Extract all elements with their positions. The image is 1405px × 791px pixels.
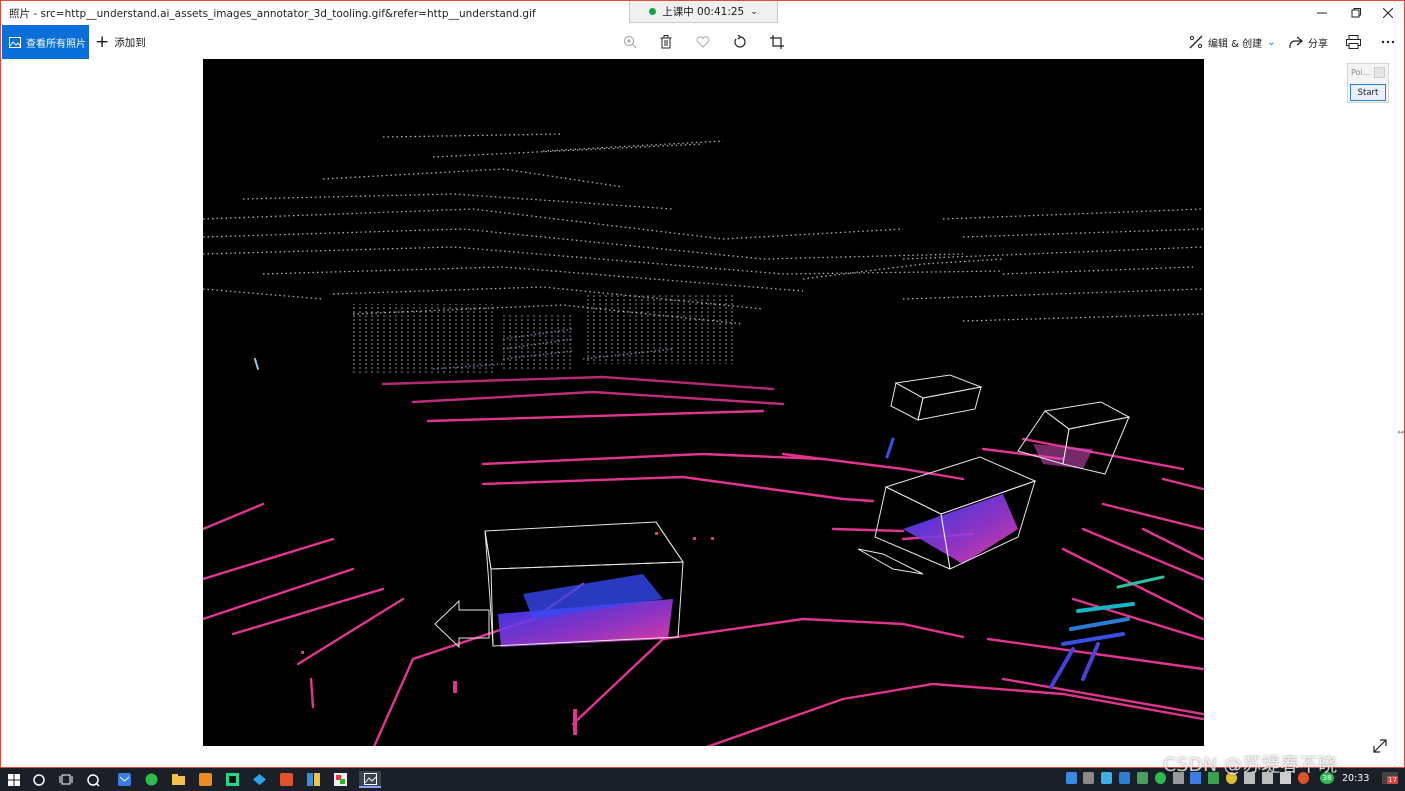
pedestrian-points [254,358,1165,689]
recording-label: 上课中 00:41:25 [662,6,745,18]
start-button[interactable]: Start [1350,84,1386,101]
mail-app-icon[interactable] [116,771,133,788]
windows-start-icon[interactable] [5,771,22,788]
photos-app-window: 照片 - src=http__understand.ai_assets_imag… [0,0,1405,768]
paint-icon[interactable] [332,771,349,788]
car-annotation-far-2 [1017,401,1131,475]
cortana-icon[interactable] [30,771,47,788]
tray-cloud-icon[interactable] [1101,772,1112,784]
expand-icon[interactable] [1372,738,1388,754]
mini-close-icon[interactable] [1374,67,1385,78]
tray-mail-icon[interactable] [1119,772,1130,784]
share-icon [1289,36,1303,48]
recording-dot-icon [649,8,657,15]
add-to-label: 添加到 [114,36,146,49]
add-to-button[interactable]: + 添加到 [95,25,146,59]
photos-app-icon[interactable] [359,771,381,788]
folder-icon[interactable] [170,771,187,788]
tray-security-icon[interactable] [1137,772,1148,784]
close-icon[interactable] [1371,1,1405,25]
trash-icon[interactable] [656,32,676,52]
edit-create-button[interactable]: 编辑 & 创建 ⌄ [1189,25,1276,59]
window-title: 照片 - src=http__understand.ai_assets_imag… [9,8,536,20]
resize-cursor-icon: ⇿ [1397,428,1405,438]
tray-people-icon[interactable] [1083,772,1094,784]
wechat-icon[interactable] [143,771,160,788]
vscode-icon[interactable] [251,771,268,788]
watermark: CSDN @苏堤春不晓 [1163,754,1338,776]
view-all-photos-button[interactable]: 查看所有照片 [2,25,89,59]
photos-icon [9,36,21,48]
crop-icon[interactable] [767,32,787,52]
chevron-down-icon: ⌄ [750,6,758,17]
app-icon[interactable] [305,771,322,788]
ground-rings [203,375,1204,746]
mini-window-title: Poi... [1351,68,1371,77]
maximize-icon[interactable] [1339,1,1373,25]
heart-icon[interactable] [693,32,713,52]
share-label: 分享 [1308,38,1328,50]
car-annotation-center [857,456,1037,575]
photo-viewport[interactable] [203,59,1204,746]
plus-icon: + [95,31,110,52]
toolbar: 查看所有照片 + 添加到 编辑 & 创建 ⌄ 分享 [1,25,1404,59]
view-all-label: 查看所有照片 [26,38,86,50]
task-view-icon[interactable] [57,771,74,788]
print-icon[interactable] [1343,32,1363,52]
lidar-point-cloud-image [203,133,1204,746]
share-button[interactable]: 分享 [1288,25,1328,59]
pycharm-icon[interactable] [224,771,241,788]
edit-icon [1189,35,1203,49]
point-tool-window: Poi... Start [1347,63,1389,103]
car-annotation-far-1 [890,374,983,421]
car-annotation-front [434,521,684,649]
tray-app-icon[interactable] [1066,772,1077,784]
search-icon[interactable] [84,771,101,788]
more-icon[interactable] [1378,32,1398,52]
notification-center-icon[interactable]: 17 [1382,772,1398,784]
recording-indicator[interactable]: 上课中 00:41:25 ⌄ [629,1,778,23]
powerpoint-icon[interactable] [278,771,295,788]
taskbar-clock[interactable]: 20:33 [1342,773,1369,784]
zoom-in-icon[interactable] [620,32,640,52]
rotate-icon[interactable] [730,32,750,52]
minimize-icon[interactable] [1305,1,1339,25]
chevron-down-icon: ⌄ [1267,36,1276,48]
title-bar: 照片 - src=http__understand.ai_assets_imag… [1,1,1404,25]
notification-badge: 17 [1387,776,1398,784]
sublime-icon[interactable] [197,771,214,788]
edit-create-label: 编辑 & 创建 [1208,38,1263,50]
